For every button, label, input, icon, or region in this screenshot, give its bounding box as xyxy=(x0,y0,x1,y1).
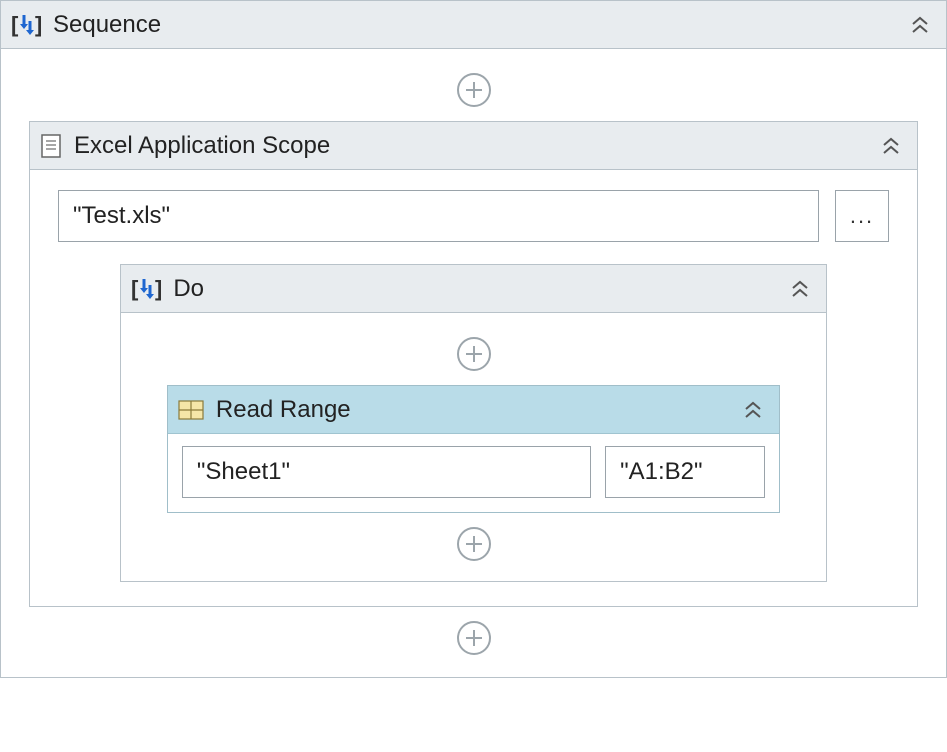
do-title: Do xyxy=(173,275,785,303)
do-activity: [ ] Do xyxy=(120,264,826,582)
read-range-header[interactable]: Read Range xyxy=(168,386,779,434)
read-range-title: Read Range xyxy=(216,396,739,424)
sequence-body: Excel Application Scope ... xyxy=(1,49,946,677)
cell-range-input[interactable] xyxy=(605,446,765,498)
sequence-title: Sequence xyxy=(53,11,906,39)
read-range-body xyxy=(168,434,779,512)
excel-scope-body: ... [ ] xyxy=(30,170,917,606)
collapse-icon[interactable] xyxy=(786,275,814,303)
sequence-icon: [ ] xyxy=(131,274,161,304)
excel-scope-header[interactable]: Excel Application Scope xyxy=(30,122,917,170)
sequence-icon: [ ] xyxy=(11,10,41,40)
excel-scope-activity: Excel Application Scope ... xyxy=(29,121,918,607)
browse-button[interactable]: ... xyxy=(835,190,889,242)
file-row: ... xyxy=(58,190,889,242)
sheet-name-input[interactable] xyxy=(182,446,591,498)
file-path-input[interactable] xyxy=(58,190,819,242)
svg-text:[: [ xyxy=(131,276,139,301)
document-icon xyxy=(40,133,62,159)
excel-scope-title: Excel Application Scope xyxy=(74,132,877,160)
add-activity-button[interactable] xyxy=(457,73,491,107)
collapse-icon[interactable] xyxy=(906,11,934,39)
add-activity-button[interactable] xyxy=(457,527,491,561)
svg-text:[: [ xyxy=(11,12,19,37)
sequence-header[interactable]: [ ] Sequence xyxy=(1,1,946,49)
sequence-activity: [ ] Sequence xyxy=(0,0,947,678)
read-range-activity: Read Range xyxy=(167,385,780,513)
do-body: Read Range xyxy=(121,313,825,581)
collapse-icon[interactable] xyxy=(877,132,905,160)
add-activity-button[interactable] xyxy=(457,621,491,655)
do-header[interactable]: [ ] Do xyxy=(121,265,825,313)
svg-text:]: ] xyxy=(155,276,161,301)
table-icon xyxy=(178,400,204,420)
add-activity-button[interactable] xyxy=(457,337,491,371)
collapse-icon[interactable] xyxy=(739,396,767,424)
svg-text:]: ] xyxy=(35,12,41,37)
